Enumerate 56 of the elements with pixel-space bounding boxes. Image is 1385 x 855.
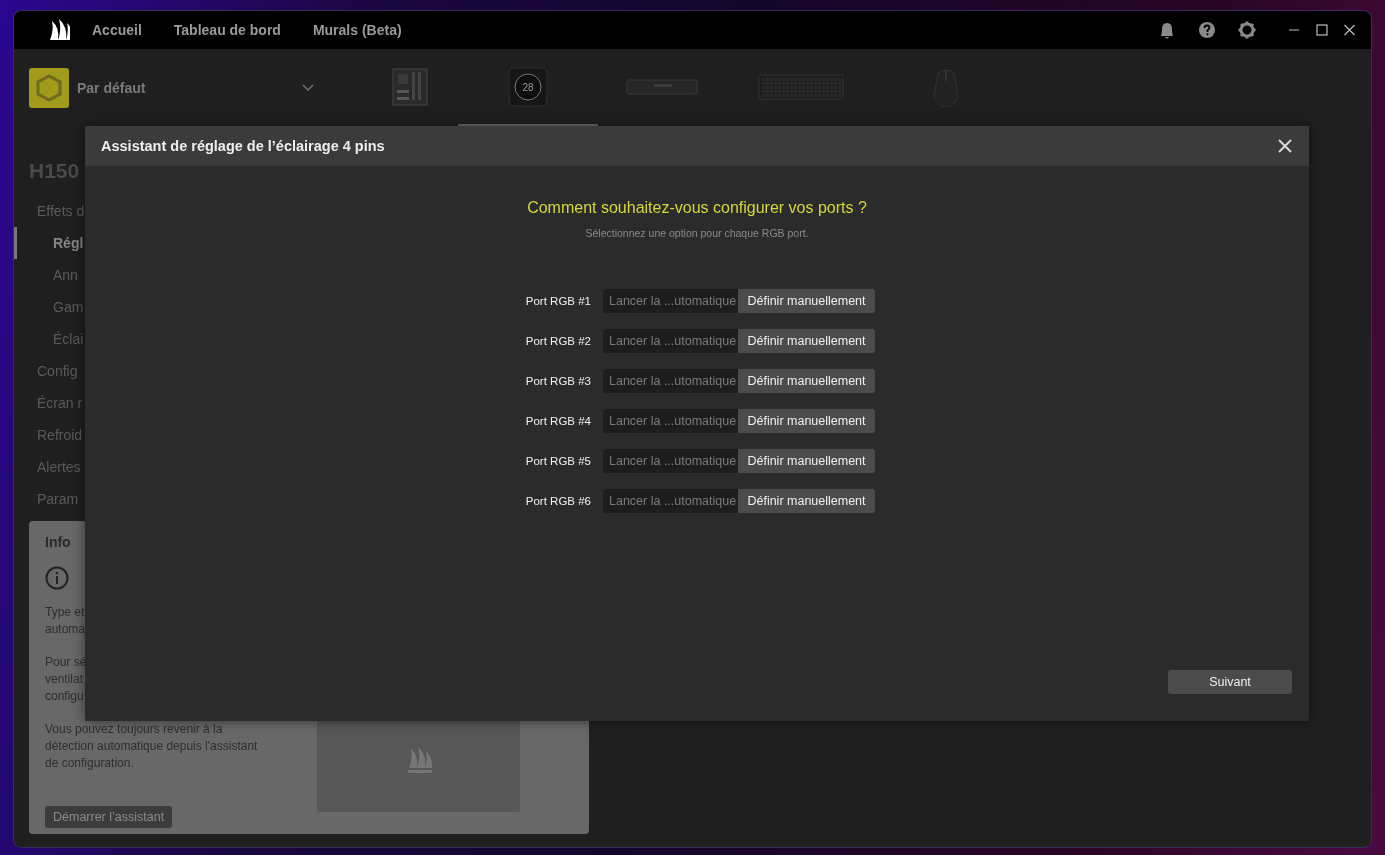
hexagon-icon <box>36 73 62 102</box>
info-text: ventilat <box>45 671 84 688</box>
chevron-down-icon[interactable] <box>302 83 314 92</box>
segment-option[interactable]: Définir manuellement <box>738 369 875 393</box>
info-text: Type et <box>45 604 85 621</box>
dialog-subtitle: Sélectionnez une option pour chaque RGB port. <box>585 227 809 239</box>
settings-icon[interactable] <box>1237 20 1257 40</box>
nav-tab[interactable]: Accueil <box>92 22 142 38</box>
nav-tab[interactable]: Murals (Beta) <box>312 22 402 38</box>
sidebar-item[interactable]: Config <box>37 363 78 379</box>
segment-option[interactable]: Définir manuellement <box>738 329 875 353</box>
segment-option[interactable]: Lancer la ...utomatique <box>603 449 738 473</box>
info-text: détection automatique depuis l'assistant <box>45 738 258 755</box>
next-button[interactable]: Suivant <box>1168 670 1292 694</box>
start-wizard-button[interactable]: Démarrer l’assistant <box>45 806 173 828</box>
profile-swatch[interactable] <box>29 67 69 108</box>
port-label: Port RGB #6 <box>525 495 591 507</box>
segment-option[interactable]: Définir manuellement <box>738 489 875 513</box>
sails-logo-icon <box>404 746 433 774</box>
help-icon[interactable] <box>1197 20 1217 40</box>
segment-option[interactable]: Définir manuellement <box>738 409 875 433</box>
segment-option[interactable]: Définir manuellement <box>738 449 875 473</box>
info-title: Info <box>45 533 72 551</box>
dialog-heading: Comment souhaitez-vous configurer vos ports ? <box>526 198 868 218</box>
sidebar-item[interactable]: Gam <box>53 299 84 315</box>
segment-option[interactable]: Définir manuellement <box>738 289 875 313</box>
maximize-icon[interactable] <box>1315 24 1329 36</box>
sidebar-item[interactable]: Ann <box>53 267 78 283</box>
profile-name: Par défaut <box>77 79 147 96</box>
segment-option[interactable]: Lancer la ...utomatique <box>603 409 738 433</box>
info-text: automa <box>45 621 86 638</box>
segment-option[interactable]: Lancer la ...utomatique <box>603 329 738 353</box>
close-icon[interactable] <box>1278 139 1292 153</box>
segment-option[interactable]: Lancer la ...utomatique <box>603 369 738 393</box>
sidebar-item[interactable]: Param <box>37 491 79 507</box>
sidebar-item[interactable]: Refroid <box>37 427 83 443</box>
info-text: configu <box>45 688 84 705</box>
motherboard-icon <box>392 67 428 106</box>
sidebar-item[interactable]: Éclai <box>53 331 84 347</box>
info-text: de configuration. <box>45 755 134 772</box>
nav-tab[interactable]: Tableau de bord <box>173 22 281 38</box>
cooler-drawing: 28 <box>508 66 548 107</box>
sidebar-item[interactable]: Alertes <box>37 459 81 475</box>
port-label: Port RGB #3 <box>525 375 591 387</box>
sidebar-item[interactable]: Régl <box>53 235 84 251</box>
segment-option[interactable]: Lancer la ...utomatique <box>603 289 738 313</box>
dialog-title: Assistant de réglage de l’éclairage 4 pins <box>101 138 386 154</box>
port-label: Port RGB #2 <box>525 335 591 347</box>
port-label: Port RGB #5 <box>525 455 591 467</box>
mouse-icon <box>932 66 960 107</box>
port-label: Port RGB #1 <box>525 295 591 307</box>
memory-icon <box>626 76 698 97</box>
close-icon[interactable] <box>1343 24 1357 36</box>
port-label: Port RGB #4 <box>525 415 591 427</box>
info-icon <box>45 566 69 590</box>
segment-option[interactable]: Lancer la ...utomatique <box>603 489 738 513</box>
